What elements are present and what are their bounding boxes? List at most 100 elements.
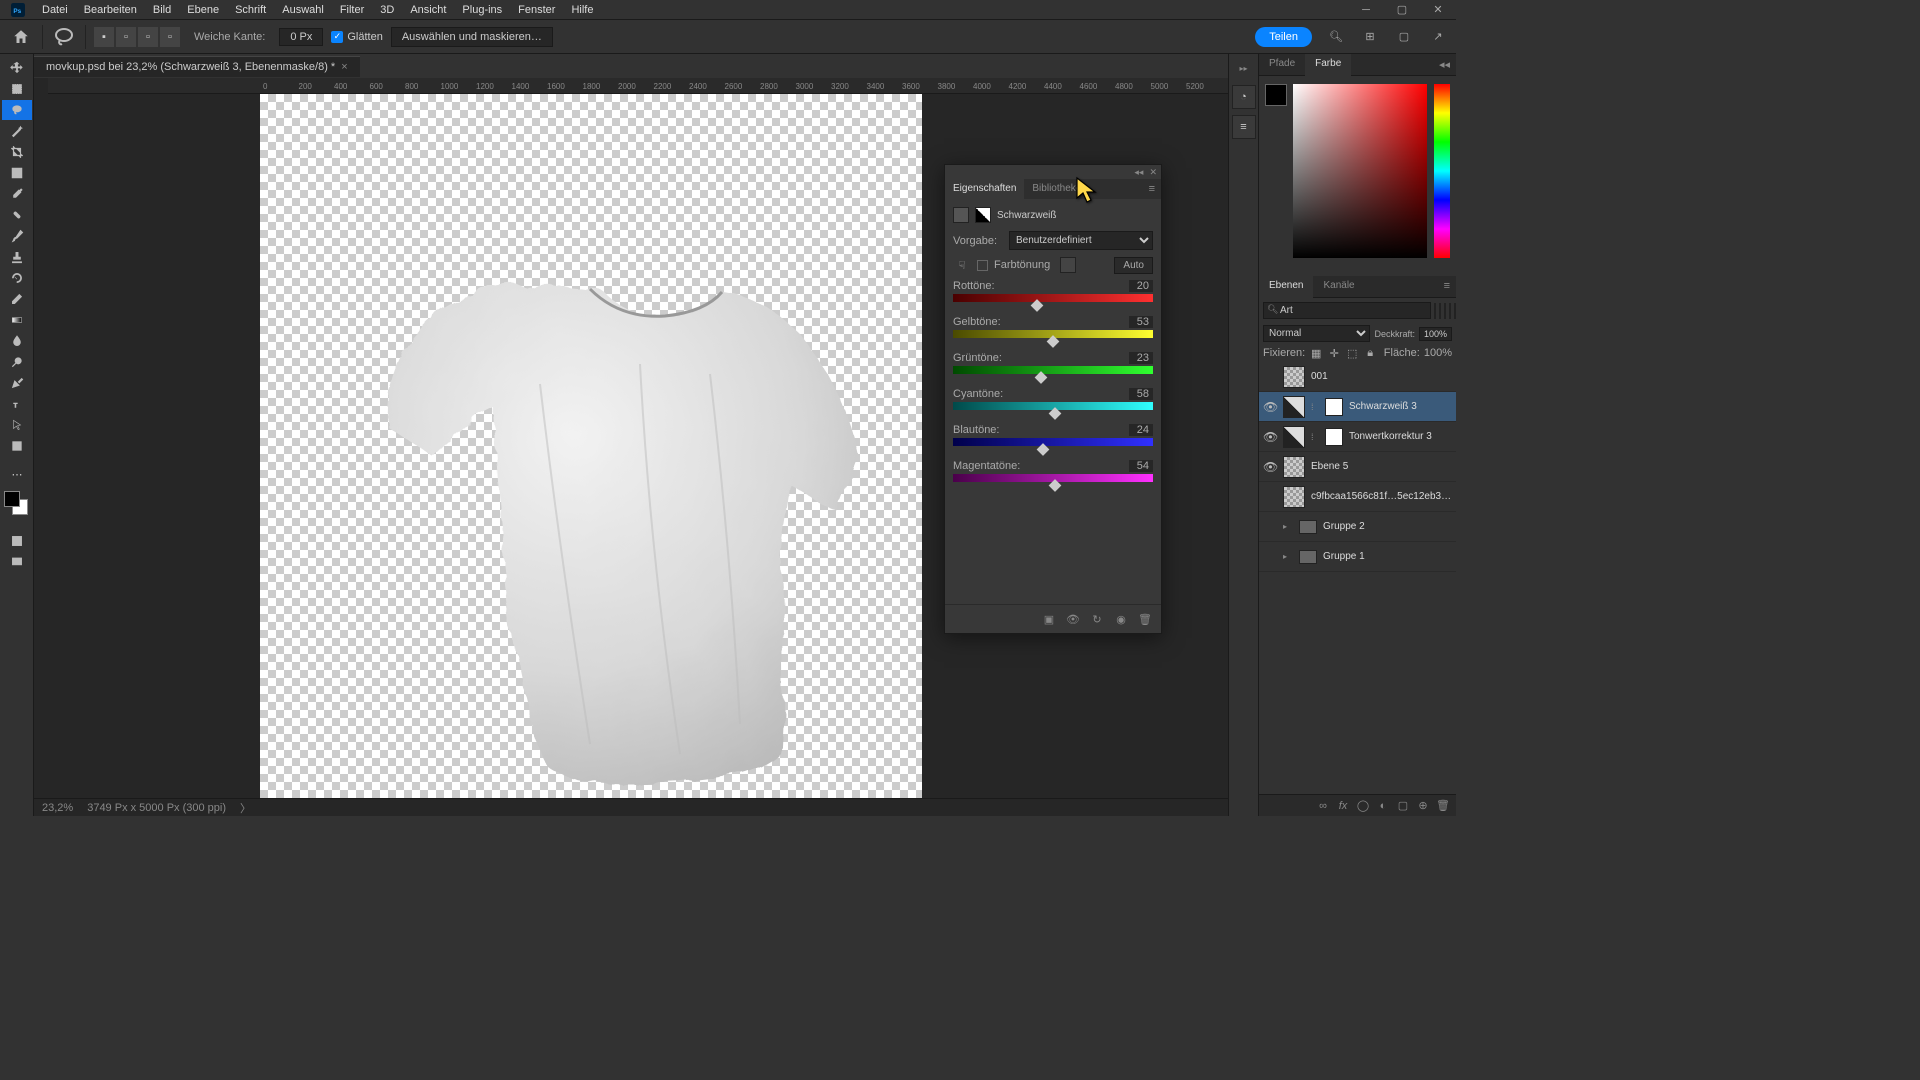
menu-schrift[interactable]: Schrift — [227, 2, 274, 18]
layer-row[interactable]: 👁⁞Tonwertkorrektur 3 — [1259, 422, 1456, 452]
layer-row[interactable]: 001 — [1259, 362, 1456, 392]
menu-3d[interactable]: 3D — [372, 2, 402, 18]
quickmask-button[interactable] — [2, 531, 32, 551]
reset-icon[interactable]: ↻ — [1089, 611, 1105, 627]
export-icon[interactable]: ↗ — [1428, 27, 1448, 47]
stamp-tool[interactable] — [2, 247, 32, 267]
menu-datei[interactable]: Datei — [34, 2, 76, 18]
mask-thumb[interactable] — [1325, 428, 1343, 446]
auto-button[interactable]: Auto — [1114, 257, 1153, 274]
layer-row[interactable]: ▸Gruppe 1 — [1259, 542, 1456, 572]
expand-dock-icon[interactable]: ▸▸ — [1229, 64, 1258, 73]
lock-pixels-icon[interactable]: ▦ — [1309, 346, 1323, 360]
filter-shape-icon[interactable] — [1449, 303, 1451, 319]
tint-checkbox[interactable] — [977, 260, 988, 271]
fill-input[interactable]: 100% — [1424, 347, 1452, 359]
menu-hilfe[interactable]: Hilfe — [563, 2, 601, 18]
wand-tool[interactable] — [2, 121, 32, 141]
slider-blautöne[interactable]: Blautöne:24 — [953, 424, 1153, 446]
frame-tool[interactable] — [2, 163, 32, 183]
intersect-selection-button[interactable]: ▫ — [160, 27, 180, 47]
select-and-mask-button[interactable]: Auswählen und maskieren… — [391, 27, 553, 47]
tab-eigenschaften[interactable]: Eigenschaften — [945, 179, 1024, 199]
panel-menu-icon[interactable]: ≡ — [1143, 179, 1161, 199]
menu-ansicht[interactable]: Ansicht — [402, 2, 454, 18]
tab-farbe[interactable]: Farbe — [1305, 54, 1351, 76]
new-layer-icon[interactable]: ⊕ — [1416, 799, 1430, 813]
blend-mode-select[interactable]: Normal — [1263, 325, 1370, 342]
pen-tool[interactable] — [2, 373, 32, 393]
mask-icon[interactable]: ◯ — [1356, 799, 1370, 813]
antialias-check[interactable]: Glätten — [331, 31, 382, 43]
gradient-tool[interactable] — [2, 310, 32, 330]
menu-bild[interactable]: Bild — [145, 2, 179, 18]
panel-menu-icon[interactable]: ≡ — [1438, 276, 1456, 297]
menu-bearbeiten[interactable]: Bearbeiten — [76, 2, 145, 18]
target-adjust-icon[interactable]: ☟ — [953, 256, 971, 274]
preset-select[interactable]: Benutzerdefiniert — [1009, 231, 1153, 250]
foreground-color[interactable] — [4, 491, 20, 507]
new-selection-button[interactable]: ▪ — [94, 27, 114, 47]
color-field[interactable] — [1293, 84, 1427, 258]
visibility-toggle[interactable]: 👁 — [1263, 400, 1277, 414]
filter-smart-icon[interactable] — [1454, 303, 1456, 319]
adjustment-icon[interactable]: ◐ — [1376, 799, 1390, 813]
feather-input[interactable]: 0 Px — [279, 28, 323, 46]
type-tool[interactable]: T — [2, 394, 32, 414]
menu-plug-ins[interactable]: Plug-ins — [454, 2, 510, 18]
tab-kanale[interactable]: Kanäle — [1313, 276, 1364, 297]
filter-pixel-icon[interactable] — [1434, 303, 1436, 319]
history-panel-icon[interactable]: ◔ — [1232, 85, 1256, 109]
filter-adj-icon[interactable] — [1439, 303, 1441, 319]
link-layers-icon[interactable]: ∞ — [1316, 799, 1330, 813]
menu-auswahl[interactable]: Auswahl — [274, 2, 332, 18]
add-selection-button[interactable]: ▫ — [116, 27, 136, 47]
view-previous-icon[interactable]: 👁 — [1065, 611, 1081, 627]
zoom-level[interactable]: 23,2% — [42, 802, 73, 814]
home-button[interactable] — [8, 24, 34, 50]
slider-cyantöne[interactable]: Cyantöne:58 — [953, 388, 1153, 410]
fx-icon[interactable]: fx — [1336, 799, 1350, 813]
color-swatch[interactable] — [1265, 84, 1287, 106]
panel-collapse-icon[interactable]: ◂◂ — [1433, 54, 1456, 75]
path-select-tool[interactable] — [2, 415, 32, 435]
menu-filter[interactable]: Filter — [332, 2, 372, 18]
lock-all-icon[interactable]: 🔒︎ — [1363, 346, 1377, 360]
panel-collapse-icon[interactable]: ◂◂ — [1134, 167, 1143, 178]
color-swatches[interactable] — [2, 491, 32, 521]
more-tools[interactable]: ⋯ — [2, 464, 32, 484]
delete-icon[interactable]: 🗑︎ — [1436, 799, 1450, 813]
screenmode-button[interactable] — [2, 552, 32, 572]
menu-fenster[interactable]: Fenster — [510, 2, 563, 18]
layer-row[interactable]: 👁⁞Schwarzweiß 3 — [1259, 392, 1456, 422]
lock-position-icon[interactable]: ✛ — [1327, 346, 1341, 360]
marquee-tool[interactable] — [2, 79, 32, 99]
healing-tool[interactable] — [2, 205, 32, 225]
close-tab-icon[interactable]: × — [341, 61, 347, 73]
blur-tool[interactable] — [2, 331, 32, 351]
search-icon[interactable]: 🔍︎ — [1326, 27, 1346, 47]
layer-row[interactable]: c9fbcaa1566c81f…5ec12eb39 Kopie — [1259, 482, 1456, 512]
layers-panel-icon[interactable]: ≡ — [1232, 115, 1256, 139]
opacity-input[interactable]: 100% — [1419, 327, 1452, 341]
menu-ebene[interactable]: Ebene — [179, 2, 227, 18]
move-tool[interactable] — [2, 58, 32, 78]
delete-adj-icon[interactable]: 🗑︎ — [1137, 611, 1153, 627]
minimize-button[interactable]: ─ — [1348, 0, 1384, 20]
slider-magentatöne[interactable]: Magentatöne:54 — [953, 460, 1153, 482]
history-brush-tool[interactable] — [2, 268, 32, 288]
filter-type-icon[interactable] — [1444, 303, 1446, 319]
document-tab[interactable]: movkup.psd bei 23,2% (Schwarzweiß 3, Ebe… — [34, 56, 360, 77]
lasso-tool-icon[interactable] — [51, 24, 77, 50]
tint-color-swatch[interactable] — [1060, 257, 1076, 273]
group-icon[interactable]: ▢ — [1396, 799, 1410, 813]
slider-rottöne[interactable]: Rottöne:20 — [953, 280, 1153, 302]
layer-row[interactable]: 👁Ebene 5 — [1259, 452, 1456, 482]
shape-tool[interactable] — [2, 436, 32, 456]
subtract-selection-button[interactable]: ▫ — [138, 27, 158, 47]
mask-thumb[interactable] — [1325, 398, 1343, 416]
brush-tool[interactable] — [2, 226, 32, 246]
lasso-tool[interactable] — [2, 100, 32, 120]
layer-search-input[interactable] — [1263, 302, 1431, 319]
slider-gelbtöne[interactable]: Gelbtöne:53 — [953, 316, 1153, 338]
